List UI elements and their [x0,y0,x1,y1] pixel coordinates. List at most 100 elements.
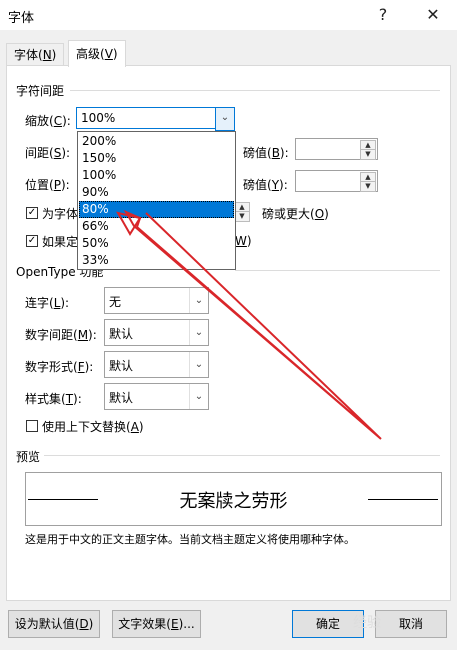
stylistic-label: 样式集(T): [25,390,82,407]
spacing-label-text: 间距( [25,146,54,160]
chevron-down-icon[interactable]: ⌄ [215,107,235,131]
scale-label-tail: ): [62,114,71,128]
section-divider [44,455,440,456]
sd-key: D [79,617,89,631]
spacing-pound-spinner[interactable]: ▲ ▼ [295,138,378,160]
section-divider [235,270,440,271]
preview-sample: 无案牍之劳形 [179,491,288,512]
dropdown-option[interactable]: 90% [79,184,234,201]
preview-note: 这是用于中文的正文主题字体。当前文档主题定义将使用哪种字体。 [25,533,355,546]
num-spacing-value: 默认 [109,327,134,341]
spin-down-icon[interactable]: ▼ [360,149,376,160]
text-effects-button[interactable]: 文字效果(E)... [112,610,201,638]
ns-tail: ): [88,328,97,342]
chevron-down-icon[interactable]: ⌄ [189,352,208,377]
preview-baseline-right [368,499,438,500]
tab-font[interactable]: 字体(N) [6,43,65,66]
kerning-checkbox[interactable]: ✓ [26,207,38,219]
nf-tail: ): [84,360,94,374]
ligatures-label: 连字(L): [25,294,69,311]
dropdown-option[interactable]: 100% [79,167,234,184]
dropdown-option[interactable]: 33% [79,252,234,269]
set-default-button[interactable]: 设为默认值(D) [8,610,100,638]
preview-box: 无案牍之劳形 [25,472,442,526]
kerning-spinner[interactable]: ▲ ▼ [234,201,250,222]
tab-adv-key: V [104,47,113,61]
dropdown-option[interactable]: 66% [79,218,234,235]
chevron-down-icon[interactable]: ⌄ [189,320,208,345]
scale-label-key: C [53,114,63,128]
pound2-text: 磅值( [243,178,272,192]
pound2-tail: ): [279,178,288,192]
grid-suffix-key: W [235,234,247,248]
num-spacing-combo[interactable]: 默认 ⌄ [104,319,209,346]
help-button[interactable]: ? [366,3,400,27]
tab-advanced[interactable]: 高级(V) [68,40,126,67]
section-divider [70,90,440,91]
kerning-label: 为字体 [42,207,79,221]
st-key: T [65,392,74,406]
scale-value: 100% [81,111,116,125]
sd-tail: ) [88,617,94,631]
position-label: 位置(P): [25,176,70,193]
section-character-spacing: 字符间距 [16,84,65,98]
spacing-pound-label: 磅值(B): [243,144,289,161]
spin-down-icon[interactable]: ▼ [360,181,376,192]
dropdown-option[interactable]: 200% [79,133,234,150]
tab-adv-tail: ) [112,47,118,61]
contextual-checkbox[interactable] [26,420,38,432]
pound2-key: Y [271,178,280,192]
spacing-label: 间距(S): [25,144,70,161]
ns-key: M [77,328,89,342]
position-pound-spinner[interactable]: ▲ ▼ [295,170,378,192]
contextual-label: 使用上下文替换(A) [42,418,144,435]
te-key: E [170,617,179,631]
ctx-text: 使用上下文替换( [42,420,131,434]
pound1-tail: ): [279,146,289,160]
tab-font-key: N [42,48,52,62]
st-text: 样式集( [25,392,66,406]
position-label-text: 位置( [25,178,54,192]
position-label-tail: ): [60,178,70,192]
scale-dropdown-list[interactable]: 200% 150% 100% 90% 80% 66% 50% 33% [77,131,236,270]
section-preview: 预览 [16,450,41,464]
dropdown-option-selected[interactable]: 80% [79,201,234,218]
spacing-label-tail: ): [61,146,71,160]
lig-text: 连字( [25,296,54,310]
grid-checkbox[interactable]: ✓ [26,235,38,247]
num-forms-label: 数字形式(F): [25,358,93,375]
scale-combo[interactable]: 100% ⌄ [76,107,235,131]
scale-label-text: 缩放( [25,114,54,128]
stylistic-combo[interactable]: 默认 ⌄ [104,383,209,410]
grid-suffix-tail: ) [246,234,252,248]
kerning-suffix-tail: ) [324,207,329,221]
chevron-down-icon[interactable]: ⌄ [189,288,208,313]
dialog-title: 字体 [8,11,35,26]
lig-tail: ): [60,296,70,310]
kerning-suffix-label: 磅或更大(O) [262,205,329,222]
ctx-key: A [130,420,139,434]
dropdown-option[interactable]: 50% [79,235,234,252]
scale-label: 缩放(C): [25,112,71,129]
kerning-suffix-key: O [314,207,325,221]
stylistic-value: 默认 [109,391,134,405]
te-text: 文字效果( [118,617,171,631]
num-spacing-label: 数字间距(M): [25,326,97,343]
num-forms-combo[interactable]: 默认 ⌄ [104,351,209,378]
dropdown-option[interactable]: 150% [79,150,234,167]
nf-key: F [77,360,85,374]
pound1-key: B [271,146,280,160]
ctx-tail: ) [138,420,144,434]
chevron-down-icon[interactable]: ⌄ [189,384,208,409]
cancel-button[interactable]: 取消 [375,610,447,638]
close-button[interactable]: ✕ [416,3,450,27]
pound1-text: 磅值( [243,146,272,160]
ligatures-value: 无 [109,295,122,309]
tab-adv-text: 高级( [76,47,105,61]
spin-down-icon[interactable]: ▼ [234,211,250,222]
te-tail: )... [178,617,195,631]
position-pound-label: 磅值(Y): [243,176,288,193]
sd-text: 设为默认值( [14,617,80,631]
ligatures-combo[interactable]: 无 ⌄ [104,287,209,314]
nf-text: 数字形式( [25,360,78,374]
